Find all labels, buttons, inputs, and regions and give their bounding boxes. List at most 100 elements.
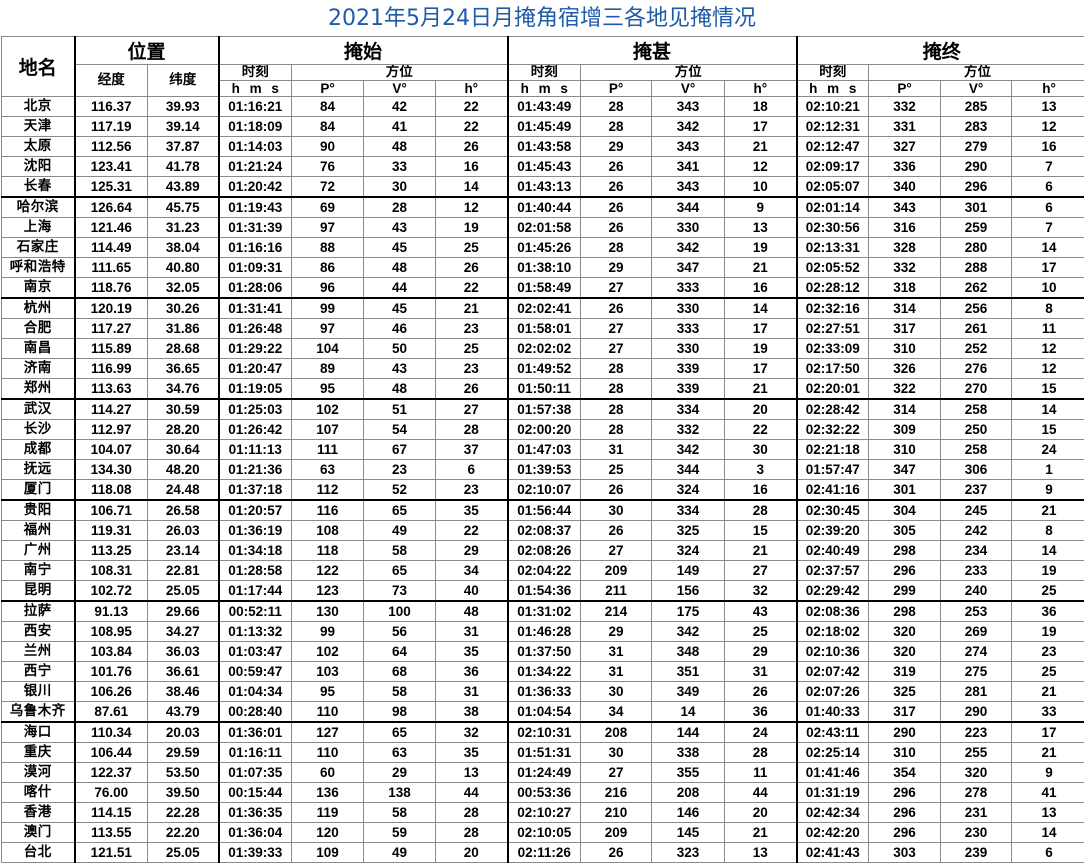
cell-city: 澳门: [1, 822, 76, 843]
table-row: 乌鲁木齐 87.61 43.79 00:28:40 110 98 38 01:04:54 34 1…: [1, 701, 1084, 723]
cell-mid-h: 21: [724, 257, 798, 278]
cell-mid-p: 216: [580, 782, 653, 803]
cell-end-p: 327: [868, 136, 942, 157]
table-body: 北京 116.37 39.93 01:16:21 84 42 22 01:43:49 28 343…: [1, 96, 1084, 863]
cell-start-v: 67: [363, 439, 437, 460]
cell-start-p: 123: [291, 580, 365, 602]
cell-start-p: 96: [291, 277, 365, 299]
cell-end-v: 269: [940, 621, 1013, 642]
cell-end-time: 02:08:36: [796, 600, 870, 622]
cell-mid-p: 30: [580, 742, 653, 763]
table-row: 南昌 115.89 28.68 01:29:22 104 50 25 02:02:02 27 33…: [1, 338, 1084, 359]
cell-latitude: 32.05: [146, 277, 220, 299]
cell-longitude: 112.97: [74, 419, 148, 440]
cell-start-time: 01:36:04: [218, 822, 293, 843]
cell-start-h: 28: [435, 802, 509, 823]
cell-end-v: 234: [940, 540, 1013, 561]
cell-start-v: 50: [363, 338, 437, 359]
cell-mid-h: 24: [724, 721, 798, 743]
cell-mid-h: 10: [724, 176, 798, 198]
cell-city: 长春: [1, 176, 76, 198]
cell-start-p: 72: [291, 176, 365, 198]
cell-end-time: 02:05:07: [796, 176, 870, 198]
cell-mid-p: 31: [580, 661, 653, 682]
cell-start-time: 01:07:35: [218, 762, 293, 783]
cell-city: 漠河: [1, 762, 76, 783]
cell-mid-v: 343: [651, 96, 726, 117]
cell-end-time: 02:18:02: [796, 621, 870, 642]
cell-start-h: 25: [435, 338, 509, 359]
cell-mid-time: 01:40:44: [507, 196, 582, 218]
cell-mid-h: 21: [724, 540, 798, 561]
page-title: 2021年5月24日月掩角宿增三各地见掩情况: [328, 6, 756, 31]
cell-start-v: 41: [363, 116, 437, 137]
cell-end-p: 354: [868, 762, 942, 783]
cell-mid-h: 21: [724, 822, 798, 843]
cell-mid-h: 19: [724, 338, 798, 359]
cell-mid-h: 17: [724, 318, 798, 339]
cell-start-h: 20: [435, 842, 509, 863]
cell-latitude: 34.76: [146, 378, 220, 400]
cell-start-time: 01:31:41: [218, 297, 293, 319]
cell-city: 天津: [1, 116, 76, 137]
cell-mid-p: 25: [580, 459, 653, 480]
cell-end-time: 02:13:31: [796, 237, 870, 258]
cell-start-h: 32: [435, 721, 509, 743]
table-row: 兰州 103.84 36.03 01:03:47 102 64 35 01:37:50 31 34…: [1, 641, 1084, 662]
cell-longitude: 114.15: [74, 802, 148, 823]
cell-mid-p: 31: [580, 439, 653, 460]
cell-city: 乌鲁木齐: [1, 701, 76, 723]
cell-start-p: 110: [291, 701, 365, 723]
cell-start-v: 28: [363, 196, 437, 218]
cell-mid-time: 02:10:05: [507, 822, 582, 843]
cell-start-time: 01:26:42: [218, 419, 293, 440]
cell-latitude: 28.20: [146, 419, 220, 440]
header-mid-time: 时刻: [507, 64, 582, 81]
cell-longitude: 106.26: [74, 681, 148, 702]
cell-mid-v: 330: [651, 297, 726, 319]
cell-mid-time: 02:08:37: [507, 520, 582, 541]
header-mid-hms: h m s: [507, 80, 582, 97]
cell-start-v: 43: [363, 217, 437, 238]
cell-mid-h: 17: [724, 358, 798, 379]
cell-mid-h: 15: [724, 520, 798, 541]
cell-mid-time: 02:10:31: [507, 721, 582, 743]
cell-start-v: 138: [363, 782, 437, 803]
cell-start-v: 33: [363, 156, 437, 177]
cell-end-p: 296: [868, 802, 942, 823]
cell-mid-v: 324: [651, 540, 726, 561]
cell-end-h: 23: [1011, 641, 1084, 662]
cell-start-h: 23: [435, 358, 509, 379]
cell-start-p: 110: [291, 742, 365, 763]
cell-end-v: 276: [940, 358, 1013, 379]
cell-end-v: 279: [940, 136, 1013, 157]
cell-city: 济南: [1, 358, 76, 379]
cell-longitude: 113.55: [74, 822, 148, 843]
cell-mid-h: 18: [724, 96, 798, 117]
cell-mid-h: 14: [724, 297, 798, 319]
cell-mid-p: 28: [580, 358, 653, 379]
cell-city: 太原: [1, 136, 76, 157]
table-row: 上海 121.46 31.23 01:31:39 97 43 19 02:01:58 26 330…: [1, 217, 1084, 238]
table-row: 厦门 118.08 24.48 01:37:18 112 52 23 02:10:07 26 32…: [1, 479, 1084, 501]
cell-mid-time: 01:45:49: [507, 116, 582, 137]
cell-end-p: 318: [868, 277, 942, 299]
cell-mid-p: 31: [580, 641, 653, 662]
cell-latitude: 31.23: [146, 217, 220, 238]
cell-start-v: 68: [363, 661, 437, 682]
cell-longitude: 117.27: [74, 318, 148, 339]
cell-start-time: 01:31:39: [218, 217, 293, 238]
cell-city: 成都: [1, 439, 76, 460]
cell-end-time: 02:33:09: [796, 338, 870, 359]
cell-start-time: 01:20:57: [218, 499, 293, 521]
cell-longitude: 118.08: [74, 479, 148, 501]
cell-mid-h: 21: [724, 136, 798, 157]
cell-longitude: 126.64: [74, 196, 148, 218]
cell-start-time: 01:25:03: [218, 398, 293, 420]
table-row: 北京 116.37 39.93 01:16:21 84 42 22 01:43:49 28 343…: [1, 96, 1084, 117]
cell-start-h: 19: [435, 217, 509, 238]
cell-start-p: 136: [291, 782, 365, 803]
cell-longitude: 110.34: [74, 721, 148, 743]
cell-end-v: 261: [940, 318, 1013, 339]
cell-mid-p: 27: [580, 318, 653, 339]
